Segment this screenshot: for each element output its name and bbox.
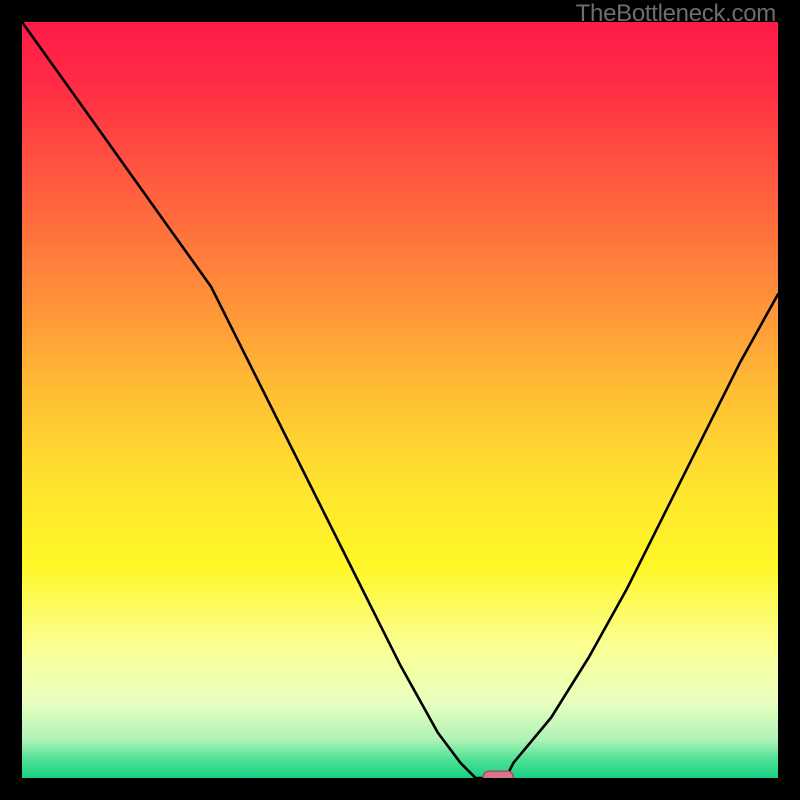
chart-svg xyxy=(22,22,778,778)
watermark-text: TheBottleneck.com xyxy=(576,0,776,28)
plot-area xyxy=(22,22,778,778)
chart-frame: TheBottleneck.com xyxy=(0,0,800,800)
optimum-marker xyxy=(483,771,513,778)
